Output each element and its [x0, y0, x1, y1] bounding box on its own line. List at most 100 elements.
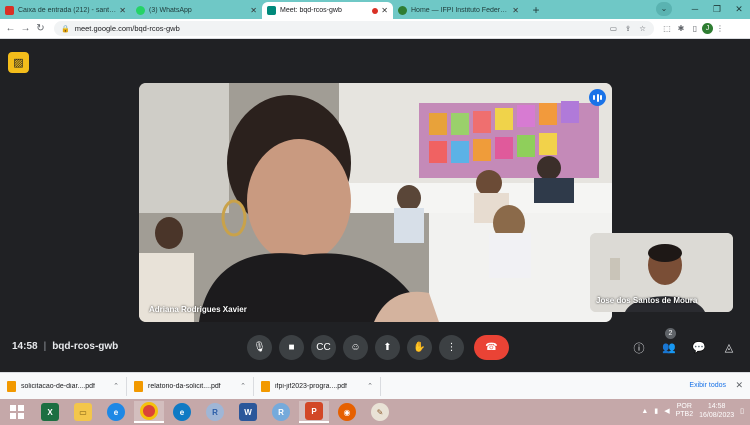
close-window-icon[interactable]: ✕ — [728, 0, 750, 19]
present-screen-icon[interactable]: ⬆ — [375, 335, 400, 360]
meeting-code: bqd-rcos-gwb — [52, 341, 119, 352]
show-hidden-icons-icon[interactable]: ▲ — [641, 408, 648, 415]
file-explorer-icon[interactable]: ▭ — [68, 401, 98, 423]
self-video-tile[interactable]: Jose dos Santos de Moura — [590, 233, 733, 312]
close-icon[interactable]: ✕ — [512, 6, 519, 15]
side-panel-controls: ⓘ 👥 2 💬 ◬ — [628, 328, 740, 360]
address-bar[interactable]: 🔒 meet.google.com/bqd-rcos-gwb ▭ ⇪ ☆ — [54, 21, 654, 36]
browser-toolbar: ← → ↻ 🔒 meet.google.com/bqd-rcos-gwb ▭ ⇪… — [0, 19, 750, 39]
keyboard-language[interactable]: POR PTB2 — [676, 403, 694, 419]
profile-avatar[interactable]: J — [702, 23, 713, 34]
more-options-icon[interactable]: ⋮ — [439, 335, 464, 360]
captions-off-icon[interactable]: ▨ — [8, 52, 29, 73]
show-all-downloads-link[interactable]: Exibir todos — [689, 382, 726, 389]
download-filename: ifpi-jif2023-progra....pdf — [275, 382, 347, 390]
paint-icon[interactable]: ✎ — [365, 401, 395, 423]
classroom-video-frame — [139, 83, 612, 322]
r-icon[interactable]: R — [200, 401, 230, 423]
close-icon[interactable]: ✕ — [735, 380, 743, 391]
network-icon[interactable]: ▮ — [654, 407, 658, 415]
downloads-shelf: solicitacao-de-diar....pdf ⌃ relatorio-d… — [0, 372, 750, 399]
close-icon[interactable]: ✕ — [381, 6, 388, 15]
people-icon[interactable]: 👥 2 — [658, 328, 680, 360]
new-tab-button[interactable]: + — [528, 2, 544, 18]
whatsapp-icon — [136, 6, 145, 15]
tab-title: Home — IFPI Instituto Federal do — [411, 7, 510, 14]
chat-icon[interactable]: 💬 — [688, 335, 710, 360]
tab-ifpi[interactable]: Home — IFPI Instituto Federal do ✕ — [393, 2, 524, 19]
extensions-area: ⬚ ✱ ▯ J ⋮ — [660, 23, 727, 34]
tab-whatsapp[interactable]: (3) WhatsApp ✕ — [131, 2, 262, 19]
bookmark-star-icon[interactable]: ☆ — [639, 24, 646, 33]
camera-icon[interactable]: ■ — [279, 335, 304, 360]
pdf-file-icon — [134, 380, 143, 392]
pdf-file-icon — [261, 380, 270, 392]
system-tray: ▲ ▮ ◀ POR PTB2 14:58 16/08/2023 ▯ — [641, 402, 744, 420]
meeting-info-icon[interactable]: ⓘ — [628, 335, 650, 360]
close-icon[interactable]: ✕ — [119, 6, 126, 15]
lock-icon[interactable]: 🔒 — [61, 25, 70, 33]
camera-in-use-icon[interactable]: ▭ — [610, 24, 617, 33]
chevron-up-icon[interactable]: ⌃ — [367, 382, 373, 390]
tab-title: Meet: bqd-rcos-gwb — [280, 7, 342, 14]
separator: | — [43, 341, 47, 352]
forward-icon[interactable]: → — [18, 23, 33, 34]
internet-explorer-icon[interactable]: e — [101, 401, 131, 423]
participant-count-badge: 2 — [665, 328, 676, 339]
download-item[interactable]: solicitacao-de-diar....pdf ⌃ — [0, 376, 127, 396]
activities-icon[interactable]: ◬ — [718, 335, 740, 360]
recording-indicator-icon — [372, 7, 379, 14]
menu-kebab-icon[interactable]: ⋮ — [713, 24, 727, 33]
raise-hand-icon[interactable]: ✋ — [407, 335, 432, 360]
meet-control-bar: 14:58 | bqd-rcos-gwb 🎙 ■ CC ☺ ⬆ ✋ ⋮ ☎ ⓘ … — [0, 328, 750, 363]
download-filename: solicitacao-de-diar....pdf — [21, 382, 95, 390]
excel-icon[interactable]: X — [35, 401, 65, 423]
maximize-icon[interactable]: ❐ — [706, 0, 728, 19]
tab-gmail[interactable]: Caixa de entrada (212) - santos.m ✕ — [0, 2, 131, 19]
meeting-details: 14:58 | bqd-rcos-gwb — [12, 341, 118, 352]
reload-icon[interactable]: ↻ — [33, 23, 48, 34]
speaking-indicator-icon — [589, 89, 606, 106]
meet-stage: ▨ Adriana Rodrigues Xavier Jose dos Sant… — [0, 40, 750, 372]
end-call-button[interactable]: ☎ — [474, 335, 509, 360]
keyboard-layout: PTB2 — [675, 411, 694, 418]
notifications-icon[interactable]: ▯ — [740, 407, 744, 415]
gmail-icon — [5, 6, 14, 15]
meeting-time: 14:58 — [12, 341, 38, 352]
extension-icon[interactable]: ⬚ — [660, 24, 674, 33]
taskbar-clock[interactable]: 14:58 16/08/2023 — [699, 402, 734, 420]
clock-date: 16/08/2023 — [699, 412, 735, 419]
globe-icon — [398, 6, 407, 15]
download-item[interactable]: ifpi-jif2023-progra....pdf ⌃ — [254, 376, 381, 396]
download-item[interactable]: relatorio-da-solicit....pdf ⌃ — [127, 376, 254, 396]
side-panel-icon[interactable]: ▯ — [688, 24, 702, 33]
chevron-up-icon[interactable]: ⌃ — [240, 382, 246, 390]
tab-meet[interactable]: Meet: bqd-rcos-gwb ✕ — [262, 2, 393, 19]
chrome-icon[interactable] — [134, 401, 164, 423]
main-participant-name: Adriana Rodrigues Xavier — [149, 305, 247, 314]
windows-start-icon[interactable] — [2, 401, 32, 423]
chevron-up-icon[interactable]: ⌃ — [113, 382, 119, 390]
download-filename: relatorio-da-solicit....pdf — [148, 382, 221, 390]
captions-icon[interactable]: CC — [311, 335, 336, 360]
firefox-icon[interactable]: ◉ — [332, 401, 362, 423]
close-icon[interactable]: ✕ — [250, 6, 257, 15]
main-video-tile[interactable]: Adriana Rodrigues Xavier — [139, 83, 612, 322]
word-icon[interactable]: W — [233, 401, 263, 423]
pdf-file-icon — [7, 380, 16, 392]
edge-icon[interactable]: e — [167, 401, 197, 423]
microphone-icon[interactable]: 🎙 — [247, 335, 272, 360]
tab-title: (3) WhatsApp — [149, 7, 192, 14]
powerpoint-icon[interactable]: P — [299, 401, 329, 423]
rstudio-icon[interactable]: R — [266, 401, 296, 423]
tab-search-icon[interactable]: ⌄ — [656, 2, 672, 16]
windows-taskbar: X ▭ e e R W R P ◉ ✎ ▲ ▮ ◀ POR PTB2 14:58… — [0, 399, 750, 425]
share-icon[interactable]: ⇪ — [625, 24, 631, 33]
emoji-icon[interactable]: ☺ — [343, 335, 368, 360]
minimize-icon[interactable]: ─ — [684, 0, 706, 19]
language-code: POR — [676, 403, 692, 410]
meet-icon — [267, 6, 276, 15]
back-icon[interactable]: ← — [3, 23, 18, 34]
volume-icon[interactable]: ◀ — [664, 407, 669, 415]
extensions-puzzle-icon[interactable]: ✱ — [674, 24, 688, 33]
